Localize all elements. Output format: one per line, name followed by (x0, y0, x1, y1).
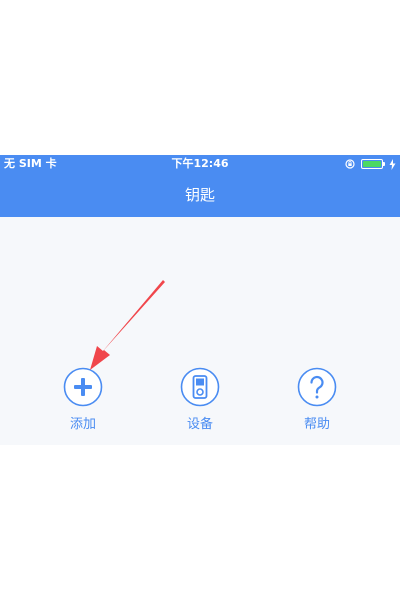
battery-tip (383, 162, 385, 166)
charging-bolt-icon (389, 158, 396, 170)
add-label: 添加 (69, 417, 96, 432)
page-title: 钥匙 (184, 186, 215, 204)
device-button[interactable]: 设备 (160, 367, 240, 433)
header-bar: 无 SIM 卡 下午12:46 钥匙 (0, 155, 400, 217)
help-label: 帮助 (303, 417, 330, 432)
battery-fill (363, 161, 381, 167)
battery-icon (361, 159, 385, 169)
status-time: 下午12:46 (171, 157, 229, 170)
rotation-lock-icon (345, 159, 355, 169)
status-indicators (345, 158, 396, 170)
plus-circle-icon (63, 367, 103, 407)
app-screen: 无 SIM 卡 下午12:46 钥匙 添加 设备 帮助 (0, 155, 400, 445)
action-row: 添加 设备 帮助 (0, 367, 400, 437)
add-button[interactable]: 添加 (43, 367, 123, 433)
help-button[interactable]: 帮助 (277, 367, 357, 433)
device-icon (180, 367, 220, 407)
help-circle-icon (297, 367, 337, 407)
status-bar: 无 SIM 卡 下午12:46 (0, 155, 400, 173)
device-label: 设备 (186, 417, 213, 432)
